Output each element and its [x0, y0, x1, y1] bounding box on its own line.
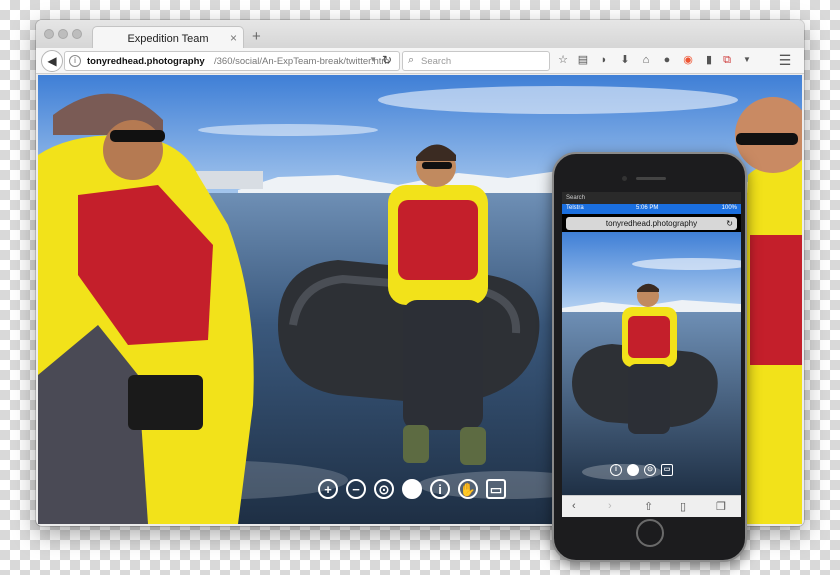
hamburger-menu-icon[interactable]: ☰ [778, 53, 792, 67]
extension-dropdown-icon[interactable]: ▼ [740, 53, 754, 67]
seated-man-trousers [403, 300, 483, 430]
ios-url-bar[interactable]: tonyredhead.photography ↻ [566, 217, 737, 230]
smartphone-mockup: Search Telstra 5:06 PM 100% tonyredhead.… [552, 152, 747, 562]
back-arrow-icon: ◀ [47, 54, 57, 68]
phone-vr-icon[interactable]: ⊙ [644, 464, 656, 476]
search-icon: ⌕ [408, 54, 415, 66]
ios-battery: 100% [721, 205, 737, 211]
clipboard-icon[interactable]: ▮ [702, 53, 716, 67]
phone-control-bar: i ⊙ ▭ [610, 464, 673, 476]
search-input[interactable]: ⌕ Search [402, 51, 550, 71]
phone-back-label: Search [566, 195, 586, 201]
zoom-out-icon[interactable]: − [346, 479, 366, 499]
new-tab-button[interactable]: + [252, 28, 261, 45]
info-icon[interactable]: i [430, 479, 450, 499]
ios-toolbar: ‹ › ⇧ ▯ ❐ [562, 495, 741, 517]
phone-panorama[interactable] [562, 232, 741, 497]
woman-face [103, 120, 163, 180]
title-bar: Expedition Team × + [36, 20, 804, 50]
minimize-window-button[interactable] [58, 29, 68, 39]
home-icon[interactable]: ⌂ [639, 53, 653, 67]
autoplay-icon[interactable] [402, 479, 422, 499]
tab-title: Expedition Team [127, 32, 209, 45]
zoom-window-button[interactable] [72, 29, 82, 39]
ios-back-icon[interactable]: ‹ [572, 500, 576, 512]
ios-carrier: Telstra [566, 205, 584, 211]
url-bar[interactable]: i tonyredhead.photography /360/social/An… [64, 51, 400, 71]
ios-status-bar: Telstra 5:06 PM 100% [562, 204, 741, 214]
ios-bookmarks-icon[interactable]: ▯ [680, 500, 686, 513]
back-button[interactable]: ◀ [41, 50, 63, 72]
url-host: tonyredhead.photography [87, 56, 205, 67]
phone-earpiece [636, 177, 666, 180]
ios-time: 5:06 PM [636, 205, 659, 211]
hand-drag-icon[interactable]: ✋ [458, 479, 478, 499]
vr-mode-icon[interactable]: ⊙ [374, 479, 394, 499]
zoom-in-icon[interactable]: + [318, 479, 338, 499]
translate-icon[interactable]: ⧉ [720, 53, 734, 67]
phone-home-button[interactable] [636, 519, 664, 547]
phone-camera [622, 176, 627, 181]
bookmark-star-icon[interactable]: ☆ [556, 53, 570, 67]
ios-url: tonyredhead.photography [605, 219, 698, 228]
tab-expedition-team[interactable]: Expedition Team × [92, 26, 244, 50]
pocket-icon[interactable]: ◗ [597, 53, 611, 67]
search-placeholder: Search [421, 56, 452, 67]
viewer-control-bar: + − ⊙ i ✋ ▭ [318, 477, 506, 501]
site-info-icon[interactable]: i [69, 55, 81, 67]
phone-autoplay-icon[interactable] [627, 464, 639, 476]
ios-tabs-icon[interactable]: ❐ [716, 500, 726, 513]
seated-man-lifevest [398, 200, 478, 280]
navigation-bar: ◀ i tonyredhead.photography /360/social/… [36, 48, 804, 74]
chat-icon[interactable]: ● [660, 53, 674, 67]
woman-camera-bag [128, 375, 203, 430]
ios-reload-icon[interactable]: ↻ [726, 217, 733, 230]
phone-back-bar[interactable]: Search [562, 192, 741, 204]
ios-forward-icon[interactable]: › [608, 500, 612, 512]
tab-close-icon[interactable]: × [230, 31, 237, 45]
download-icon[interactable]: ⬇ [618, 53, 632, 67]
right-man-lifevest [750, 235, 802, 365]
color-extension-icon[interactable]: ◉ [681, 53, 695, 67]
close-window-button[interactable] [44, 29, 54, 39]
phone-fullscreen-icon[interactable]: ▭ [661, 464, 673, 476]
url-path: /360/social/An-ExpTeam-break/twitter.htm [214, 56, 390, 67]
reload-icon[interactable]: ↻ [376, 49, 398, 71]
reading-list-icon[interactable]: ▤ [576, 53, 590, 67]
phone-screen: Search Telstra 5:06 PM 100% tonyredhead.… [562, 192, 741, 517]
phone-info-icon[interactable]: i [610, 464, 622, 476]
ios-share-icon[interactable]: ⇧ [644, 500, 653, 513]
fullscreen-icon[interactable]: ▭ [486, 479, 506, 499]
